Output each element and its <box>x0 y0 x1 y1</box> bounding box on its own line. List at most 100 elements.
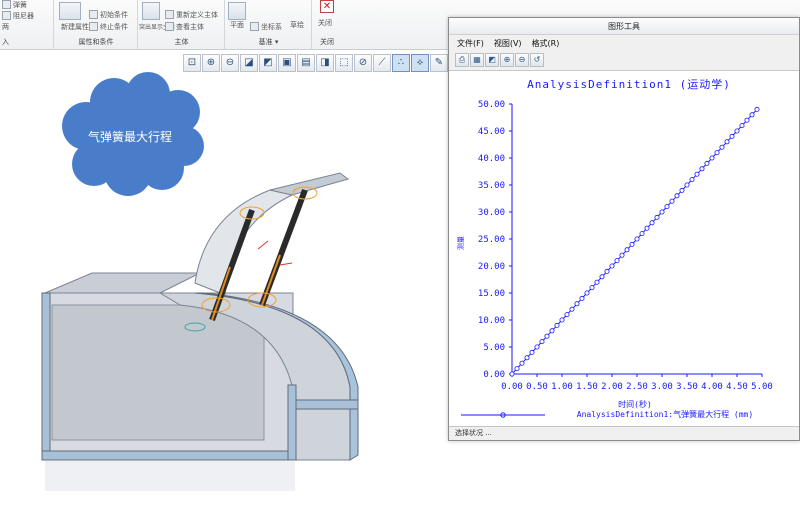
chart-series <box>509 106 760 377</box>
plane-label[interactable]: 平面 <box>230 20 244 30</box>
display-style-icon[interactable]: ◨ <box>316 54 334 72</box>
redefine-bodies-icon <box>165 10 174 19</box>
redefine-bodies-button[interactable]: 重新定义主体 <box>165 10 218 20</box>
spring-label: 弹簧 <box>13 1 27 9</box>
ribbon-group-properties: 新建属性 初始条件 终止条件 属性和条件 <box>55 0 138 50</box>
data-point <box>539 339 545 345</box>
legend: AnalysisDefinition1:气弹簧最大行程 (mm) <box>461 409 753 419</box>
x-tick-label: 2.00 <box>601 382 623 392</box>
menu-format[interactable]: 格式(R) <box>532 36 560 52</box>
new-property-icon[interactable] <box>59 2 81 20</box>
data-point <box>554 322 560 328</box>
plot-area: AnalysisDefinition1 (运动学) 测量 时间(秒) 0.00 5… <box>449 70 799 426</box>
data-point <box>669 198 675 204</box>
termination-conditions-label: 终止条件 <box>100 23 128 31</box>
csys-icon[interactable]: ⟡ <box>411 54 429 72</box>
ribbon-group-datum: 平面 坐标系 草绘 基准 ▾ <box>226 0 312 50</box>
view-toolbar: ⊡ ⊕ ⊖ ◪ ◩ ▣ ▤ ◨ ⬚ ⊘ ⟋ ∴ ⟡ ✎ <box>183 54 448 72</box>
x-tick-label: 4.50 <box>726 382 748 392</box>
misc-button[interactable]: 两 <box>2 22 9 32</box>
csys-icon <box>250 22 259 31</box>
termination-conditions-button[interactable]: 终止条件 <box>89 22 128 32</box>
sketch-label[interactable]: 草绘 <box>290 20 304 30</box>
datum-planes-icon[interactable]: ⊘ <box>354 54 372 72</box>
data-point <box>719 144 725 150</box>
graph-menu-bar: 文件(F) 视图(V) 格式(R) <box>449 36 799 52</box>
data-point <box>519 360 525 366</box>
repaint-icon[interactable]: ◪ <box>240 54 258 72</box>
data-point <box>549 328 555 334</box>
data-point <box>629 241 635 247</box>
menu-file[interactable]: 文件(F) <box>457 36 484 52</box>
datum-points-icon[interactable]: ∴ <box>392 54 410 72</box>
graph-tool-window[interactable]: 图形工具 文件(F) 视图(V) 格式(R) ⎙ ▦ ◩ ⊕ ⊖ ↺ Analy… <box>448 17 800 441</box>
damper-button[interactable]: 阻尼器 <box>2 11 34 21</box>
close-label[interactable]: 关闭 <box>318 18 332 28</box>
data-point <box>529 349 535 355</box>
zoom-out-icon[interactable]: ⊖ <box>515 53 529 67</box>
data-point <box>614 258 620 264</box>
annotations-icon[interactable]: ✎ <box>430 54 448 72</box>
spring-button[interactable]: 弹簧 <box>2 0 27 10</box>
enclosure-box <box>41 272 359 491</box>
data-point <box>604 268 610 274</box>
layers-icon[interactable]: ▤ <box>297 54 315 72</box>
data-point <box>654 214 660 220</box>
3d-model-viewport[interactable] <box>30 155 380 495</box>
print-icon[interactable]: ⎙ <box>455 53 469 67</box>
data-point <box>574 301 580 307</box>
highlight-bodies-icon[interactable] <box>142 2 160 20</box>
data-point <box>664 204 670 210</box>
data-point <box>569 306 575 312</box>
zoom-out-icon[interactable]: ⊖ <box>221 54 239 72</box>
shading-icon[interactable]: ◩ <box>259 54 277 72</box>
plane-icon[interactable] <box>228 2 246 20</box>
datum-axes-icon[interactable]: ⟋ <box>373 54 391 72</box>
data-point <box>659 209 665 215</box>
x-tick-label: 1.50 <box>576 382 598 392</box>
spring-icon <box>2 0 11 9</box>
new-property-label[interactable]: 新建属性 <box>61 22 89 32</box>
menu-view[interactable]: 视图(V) <box>494 36 522 52</box>
data-point <box>599 274 605 280</box>
data-point <box>544 333 550 339</box>
data-point <box>609 263 615 269</box>
data-point <box>564 312 570 318</box>
close-icon[interactable]: ✕ <box>320 0 334 13</box>
data-point <box>644 225 650 231</box>
saved-views-icon[interactable]: ▣ <box>278 54 296 72</box>
data-point <box>534 344 540 350</box>
data-point <box>689 177 695 183</box>
data-point <box>679 187 685 193</box>
x-axis-label: 时间(秒) <box>618 399 652 409</box>
format-icon[interactable]: ◩ <box>485 53 499 67</box>
data-point <box>699 166 705 172</box>
initial-conditions-label: 初始条件 <box>100 11 128 19</box>
chart[interactable]: AnalysisDefinition1 (运动学) 测量 时间(秒) 0.00 5… <box>449 71 799 427</box>
x-tick-label: 3.50 <box>676 382 698 392</box>
y-tick-label: 10.00 <box>478 316 505 326</box>
view-bodies-button[interactable]: 查看主体 <box>165 22 204 32</box>
data-point <box>744 117 750 123</box>
y-tick-label: 45.00 <box>478 127 505 137</box>
initial-conditions-button[interactable]: 初始条件 <box>89 10 128 20</box>
csys-label: 坐标系 <box>261 23 282 31</box>
data-point <box>594 279 600 285</box>
y-tick-label: 30.00 <box>478 208 505 218</box>
data-point <box>589 285 595 291</box>
zoom-in-icon[interactable]: ⊕ <box>500 53 514 67</box>
data-point <box>714 150 720 156</box>
graph-window-title: 图形工具 <box>449 18 799 35</box>
reset-icon[interactable]: ↺ <box>530 53 544 67</box>
view-bodies-label: 查看主体 <box>176 23 204 31</box>
data-point <box>739 123 745 129</box>
y-tick-label: 25.00 <box>478 235 505 245</box>
data-point <box>734 128 740 134</box>
export-icon[interactable]: ▦ <box>470 53 484 67</box>
csys-button[interactable]: 坐标系 <box>250 22 282 32</box>
ribbon-group-label: 关闭 <box>320 38 334 46</box>
ribbon-group-label[interactable]: 基准 ▾ <box>226 37 311 47</box>
legend-text: AnalysisDefinition1:气弹簧最大行程 (mm) <box>577 409 753 419</box>
perspective-icon[interactable]: ⬚ <box>335 54 353 72</box>
y-tick-label: 15.00 <box>478 289 505 299</box>
